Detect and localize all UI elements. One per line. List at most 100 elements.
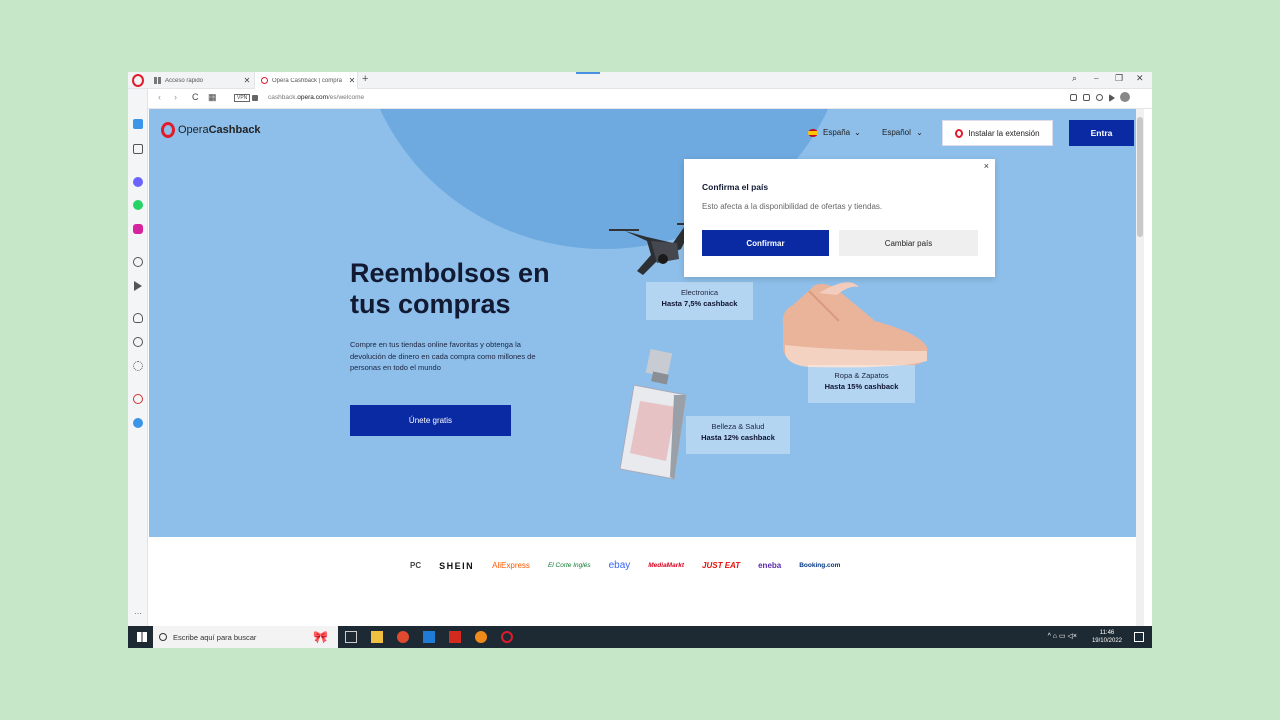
pin-icon[interactable] [133, 394, 143, 404]
notifications-icon[interactable] [1134, 632, 1144, 642]
country-selector[interactable]: España ⌄ [808, 128, 861, 137]
category-name: Electronica [680, 288, 719, 297]
lock-icon[interactable] [252, 95, 258, 101]
snapshot-icon[interactable] [1070, 94, 1077, 101]
chevron-down-icon: ⌄ [854, 128, 861, 137]
partner-pccomponentes-logo[interactable]: PC [410, 561, 421, 570]
partner-elcorteingles-logo[interactable]: El Corte Inglés [548, 562, 591, 569]
home-icon[interactable] [133, 144, 143, 154]
close-window-button[interactable]: ✕ [1136, 73, 1144, 84]
mail-icon[interactable] [423, 631, 435, 643]
whatsapp-icon[interactable] [133, 200, 143, 210]
partner-ebay-logo[interactable]: ebay [609, 560, 631, 571]
flow-sidebar-icon[interactable] [134, 281, 142, 291]
opera-cashback-logo[interactable]: Opera Cashback [161, 122, 261, 138]
close-tab-icon[interactable]: ✕ [242, 76, 252, 85]
windows-taskbar: Escribe aquí para buscar 🎀 ^ ⌂ ▭ ◁× 11:4… [128, 626, 1152, 648]
back-button[interactable]: ‹ [158, 92, 161, 102]
minimize-button[interactable]: ⎯ [1094, 73, 1099, 84]
ribbon-icon: 🎀 [313, 630, 328, 644]
player-icon[interactable] [133, 257, 143, 267]
install-extension-button[interactable]: Instalar la extensión [942, 120, 1053, 146]
partner-shein-logo[interactable]: SHEIN [439, 561, 474, 571]
language-label: Español [882, 128, 911, 137]
loading-indicator [576, 72, 600, 74]
url-field[interactable]: cashback.opera.com/es/welcome [268, 94, 364, 101]
web-page: Opera Cashback España ⌄ Español ⌄ Instal… [149, 109, 1144, 626]
category-badge-ropa-zapatos[interactable]: Ropa & Zapatos Hasta 15% cashback [808, 365, 915, 403]
speed-dial-icon [154, 77, 161, 84]
opera-menu-icon[interactable] [132, 74, 144, 87]
instagram-icon[interactable] [133, 224, 143, 234]
category-name: Belleza & Salud [711, 422, 765, 431]
flow-icon[interactable] [1109, 94, 1115, 102]
scrollbar-thumb[interactable] [1137, 117, 1143, 237]
settings-icon[interactable] [133, 361, 143, 371]
opera-taskbar-icon[interactable] [501, 631, 513, 643]
url-path: /es/welcome [328, 94, 365, 101]
clock-date: 19/10/2022 [1091, 638, 1122, 644]
hero-section: Opera Cashback España ⌄ Español ⌄ Instal… [149, 109, 1144, 537]
file-explorer-icon[interactable] [371, 631, 383, 643]
url-domain: opera.com [297, 94, 328, 101]
history-icon[interactable] [133, 337, 143, 347]
partner-booking-logo[interactable]: Booking.com [799, 562, 840, 569]
opera-favicon-icon [261, 77, 268, 84]
vpn-badge[interactable]: VPN [234, 94, 251, 102]
close-tab-icon[interactable]: ✕ [347, 76, 357, 85]
windows-start-icon[interactable] [137, 632, 147, 642]
tab-title: Acceso rápido [165, 77, 204, 84]
maximize-button[interactable]: ❐ [1115, 73, 1123, 84]
partner-mediamarkt-logo[interactable]: MediaMarkt [648, 562, 684, 569]
logo-text-cashback: Cashback [208, 124, 261, 136]
install-label: Instalar la extensión [968, 128, 1040, 138]
favorites-icon[interactable] [133, 313, 143, 323]
tab-opera-cashback[interactable]: Opera Cashback | compra ✕ [254, 72, 358, 89]
system-tray-icons[interactable]: ^ ⌂ ▭ ◁× [1048, 632, 1077, 640]
category-badge-belleza-salud[interactable]: Belleza & Salud Hasta 12% cashback [686, 416, 790, 454]
category-badge-electronica[interactable]: Electronica Hasta 7,5% cashback [646, 282, 753, 320]
partner-justeat-logo[interactable]: JUST EAT [702, 561, 740, 570]
spain-flag-icon [808, 128, 818, 137]
change-country-button[interactable]: Cambiar país [839, 230, 978, 256]
adblock-icon[interactable] [1096, 94, 1103, 101]
category-offer: Hasta 7,5% cashback [661, 299, 738, 308]
join-free-button[interactable]: Únete gratis [350, 405, 511, 436]
close-icon[interactable]: × [984, 161, 989, 171]
country-label: España [823, 128, 851, 137]
dialog-description: Esto afecta a la disponibilidad de ofert… [702, 202, 883, 211]
partner-aliexpress-logo[interactable]: AliExpress [492, 561, 530, 570]
hero-headline: Reembolsos en tus compras [350, 258, 550, 319]
category-name: Ropa & Zapatos [834, 371, 889, 380]
tab-acceso-rapido[interactable]: Acceso rápido ✕ [148, 72, 252, 89]
partner-eneba-logo[interactable]: eneba [758, 561, 781, 570]
language-selector[interactable]: Español ⌄ [882, 128, 923, 137]
tab-overview-button[interactable]: ▦ [208, 92, 217, 103]
url-prefix: cashback. [268, 94, 298, 101]
profile-avatar-icon[interactable] [1120, 92, 1130, 102]
forward-button[interactable]: › [174, 92, 177, 102]
app-icon[interactable] [475, 631, 487, 643]
messenger-icon[interactable] [133, 177, 143, 187]
task-view-icon[interactable] [345, 631, 357, 643]
clock-time: 11:46 [1099, 630, 1115, 636]
chrome-icon[interactable] [397, 631, 409, 643]
partner-logos: PC SHEIN AliExpress El Corte Inglés ebay… [410, 560, 840, 571]
tab-strip: Acceso rápido ✕ Opera Cashback | compra … [128, 72, 1152, 89]
reload-button[interactable]: C [192, 92, 199, 102]
country-confirm-dialog: × Confirma el país Esto afecta a la disp… [684, 159, 995, 277]
login-button[interactable]: Entra [1069, 120, 1134, 146]
more-icon[interactable]: ··· [133, 609, 143, 619]
extension-icon[interactable] [133, 418, 143, 428]
acrobat-icon[interactable] [449, 631, 461, 643]
camera-icon[interactable] [1083, 94, 1090, 101]
taskbar-search-input[interactable]: Escribe aquí para buscar 🎀 [153, 626, 338, 648]
page-scrollbar[interactable] [1136, 109, 1144, 626]
search-tabs-icon[interactable]: ⌕ [1072, 73, 1077, 84]
dialog-title: Confirma el país [702, 182, 769, 192]
opera-sidebar: ··· [128, 89, 148, 626]
speed-dial-sidebar-icon[interactable] [133, 119, 143, 129]
confirm-button[interactable]: Confirmar [702, 230, 829, 256]
clock[interactable]: 11:46 19/10/2022 [1092, 629, 1122, 645]
new-tab-button[interactable]: + [362, 73, 368, 85]
